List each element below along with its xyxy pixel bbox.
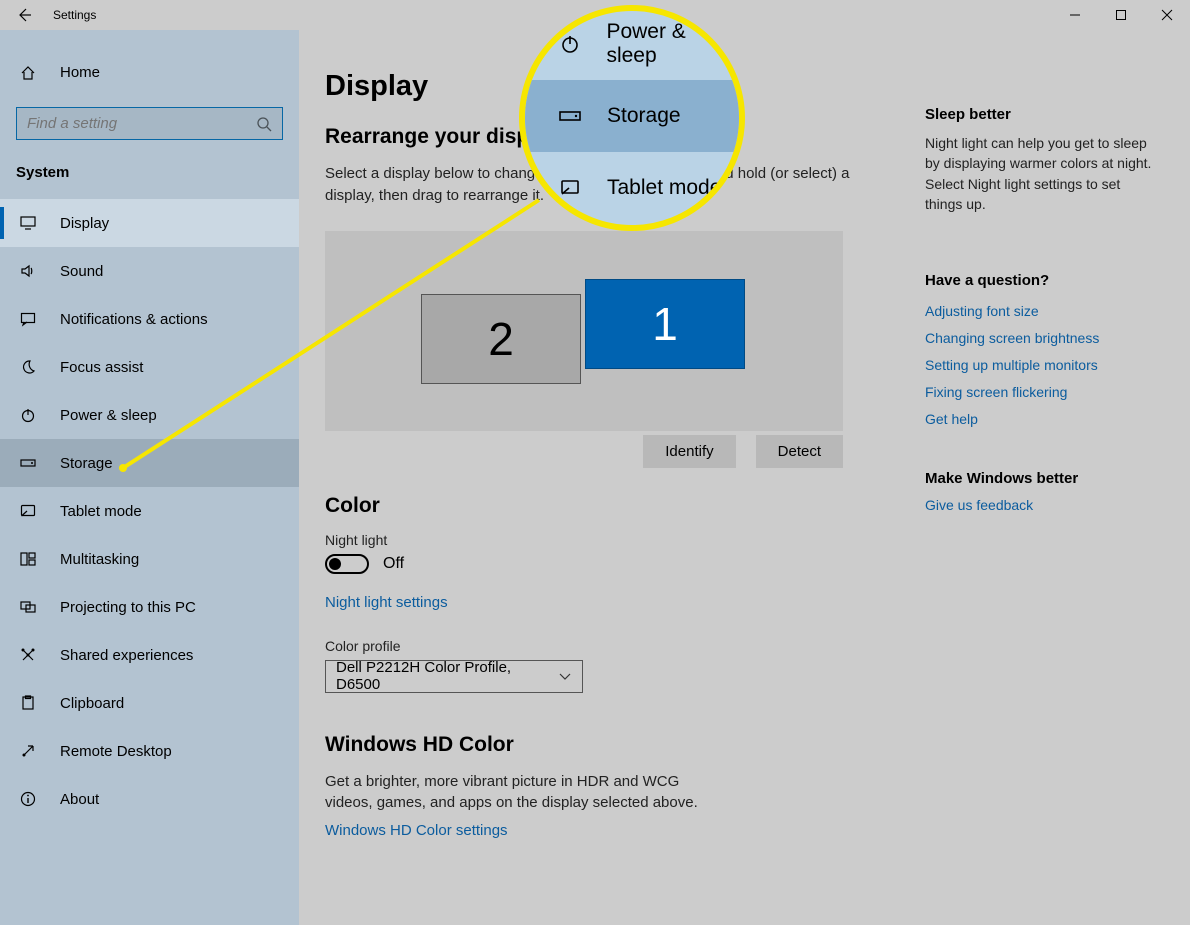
main-area: Display Rearrange your displays Select a…	[299, 30, 1190, 925]
help-link[interactable]: Setting up multiple monitors	[925, 357, 1160, 373]
search-input[interactable]	[27, 115, 256, 132]
sidebar-item-notifications-actions[interactable]: Notifications & actions	[0, 295, 299, 343]
sidebar-item-label: Shared experiences	[60, 647, 193, 664]
hdcolor-heading: Windows HD Color	[325, 733, 895, 757]
search-icon	[256, 116, 272, 132]
minimize-button[interactable]	[1052, 0, 1098, 30]
clipboard-icon	[18, 695, 38, 711]
home-link[interactable]: Home	[0, 50, 299, 95]
sidebar-item-label: Notifications & actions	[60, 311, 208, 328]
monitor-icon	[18, 215, 38, 231]
info-panel: Sleep better Night light can help you ge…	[925, 70, 1160, 885]
feedback-link[interactable]: Give us feedback	[925, 497, 1160, 513]
sidebar-item-label: Clipboard	[60, 695, 124, 712]
night-light-state: Off	[383, 555, 404, 573]
annotation-magnifier: Power & sleep Storage Tablet mode	[519, 5, 745, 231]
magnifier-row-tablet: Tablet mode	[525, 152, 739, 224]
sidebar-item-clipboard[interactable]: Clipboard	[0, 679, 299, 727]
color-profile-dropdown[interactable]: Dell P2212H Color Profile, D6500	[325, 660, 583, 693]
sidebar-item-label: Tablet mode	[60, 503, 142, 520]
display-2[interactable]: 2	[421, 294, 581, 384]
multitask-icon	[18, 551, 38, 567]
help-link[interactable]: Adjusting font size	[925, 303, 1160, 319]
project-icon	[18, 599, 38, 615]
back-button[interactable]	[13, 4, 35, 26]
remote-icon	[18, 743, 38, 759]
drive-icon	[557, 109, 583, 123]
window-controls	[1052, 0, 1190, 30]
night-light-settings-link[interactable]: Night light settings	[325, 594, 448, 611]
share-icon	[18, 647, 38, 663]
sidebar-item-power-sleep[interactable]: Power & sleep	[0, 391, 299, 439]
hdcolor-description: Get a brighter, more vibrant picture in …	[325, 771, 725, 815]
help-link[interactable]: Fixing screen flickering	[925, 384, 1160, 400]
have-question-title: Have a question?	[925, 272, 1160, 289]
close-button[interactable]	[1144, 0, 1190, 30]
sidebar-item-tablet-mode[interactable]: Tablet mode	[0, 487, 299, 535]
sidebar-item-multitasking[interactable]: Multitasking	[0, 535, 299, 583]
tablet-icon	[18, 503, 38, 519]
sidebar-item-label: Power & sleep	[60, 407, 157, 424]
magnifier-row-power: Power & sleep	[525, 8, 739, 80]
sidebar: Home System Display Sound Notifications & …	[0, 30, 299, 925]
home-label: Home	[60, 64, 100, 81]
display-arrangement[interactable]: 2 1	[325, 231, 843, 431]
sidebar-item-label: Projecting to this PC	[60, 599, 196, 616]
help-link[interactable]: Get help	[925, 411, 1160, 427]
sidebar-item-label: About	[60, 791, 99, 808]
maximize-button[interactable]	[1098, 0, 1144, 30]
color-heading: Color	[325, 494, 895, 518]
sidebar-item-projecting-to-this-pc[interactable]: Projecting to this PC	[0, 583, 299, 631]
hdcolor-settings-link[interactable]: Windows HD Color settings	[325, 822, 508, 839]
sidebar-item-focus-assist[interactable]: Focus assist	[0, 343, 299, 391]
help-link[interactable]: Changing screen brightness	[925, 330, 1160, 346]
chevron-down-icon	[558, 669, 572, 683]
settings-window: Settings Home S	[0, 0, 1190, 925]
sidebar-item-label: Multitasking	[60, 551, 139, 568]
night-light-label: Night light	[325, 532, 895, 548]
tablet-icon	[557, 178, 583, 198]
window-title: Settings	[53, 8, 96, 22]
sidebar-item-label: Sound	[60, 263, 103, 280]
power-icon	[557, 34, 582, 54]
detect-button[interactable]: Detect	[756, 435, 843, 468]
sidebar-item-label: Display	[60, 215, 109, 232]
section-title: System	[0, 158, 299, 199]
home-icon	[18, 65, 38, 81]
chat-icon	[18, 311, 38, 327]
sidebar-item-label: Remote Desktop	[60, 743, 172, 760]
sleep-better-title: Sleep better	[925, 106, 1160, 123]
sidebar-item-about[interactable]: About	[0, 775, 299, 823]
sidebar-item-label: Focus assist	[60, 359, 143, 376]
sidebar-item-label: Storage	[60, 455, 113, 472]
speaker-icon	[18, 263, 38, 279]
moon-icon	[18, 359, 38, 375]
identify-button[interactable]: Identify	[643, 435, 735, 468]
sidebar-item-shared-experiences[interactable]: Shared experiences	[0, 631, 299, 679]
sidebar-item-remote-desktop[interactable]: Remote Desktop	[0, 727, 299, 775]
sleep-better-body: Night light can help you get to sleep by…	[925, 133, 1160, 214]
night-light-toggle[interactable]	[325, 554, 369, 574]
info-icon	[18, 791, 38, 807]
display-1[interactable]: 1	[585, 279, 745, 369]
make-better-title: Make Windows better	[925, 470, 1160, 487]
magnifier-row-storage: Storage	[525, 80, 739, 152]
sidebar-item-sound[interactable]: Sound	[0, 247, 299, 295]
color-profile-value: Dell P2212H Color Profile, D6500	[336, 659, 558, 693]
color-profile-label: Color profile	[325, 638, 895, 654]
search-input-wrap[interactable]	[16, 107, 283, 140]
power-icon	[18, 407, 38, 423]
sidebar-item-storage[interactable]: Storage	[0, 439, 299, 487]
sidebar-item-display[interactable]: Display	[0, 199, 299, 247]
drive-icon	[18, 455, 38, 471]
